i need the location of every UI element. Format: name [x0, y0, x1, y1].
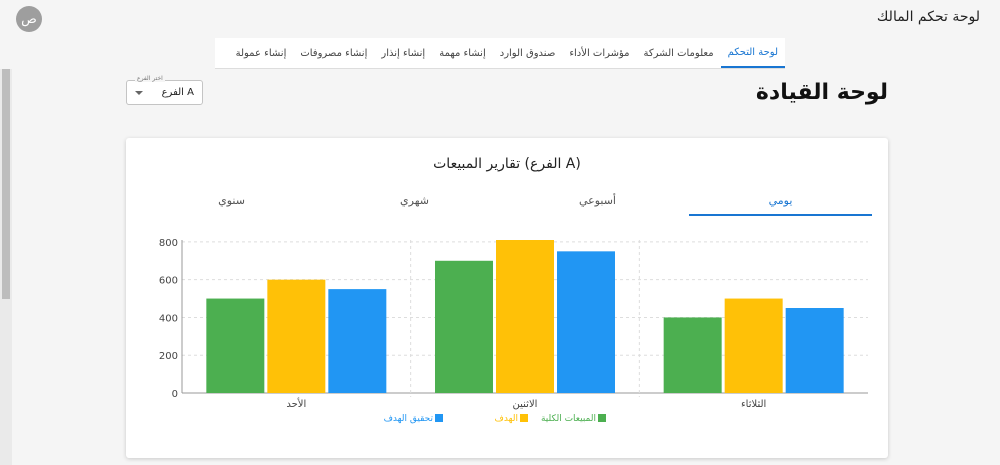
- nav-tab-create-warning[interactable]: إنشاء إنذار: [374, 38, 432, 68]
- x-tick-label: الاثنين: [513, 399, 538, 410]
- main-nav: لوحة التحكم معلومات الشركة مؤشرات الأداء…: [215, 38, 785, 69]
- card-title: تقارير المبيعات (الفرع A): [433, 156, 581, 172]
- tab-weekly[interactable]: أسبوعي: [506, 190, 689, 216]
- nav-tab-dashboard[interactable]: لوحة التحكم: [720, 38, 785, 68]
- top-bar: لوحة تحكم المالك ص: [0, 0, 1000, 38]
- legend-swatch: [520, 414, 528, 422]
- page-title: لوحة القيادة: [755, 80, 888, 105]
- tab-yearly[interactable]: سنوي: [140, 190, 323, 216]
- nav-tab-create-commission[interactable]: إنشاء عمولة: [229, 38, 294, 68]
- bar[interactable]: [785, 308, 844, 393]
- sales-bar-chart: 0 200 400 600 800 الأحد الاثنين الثلاثاء المبيعا…: [159, 238, 868, 424]
- bar[interactable]: [663, 317, 722, 393]
- sales-report-card: تقارير المبيعات (الفرع A) يومي أسبوعي شه…: [126, 138, 888, 458]
- y-tick-label: 800: [159, 238, 178, 249]
- x-tick-label: الأحد: [286, 397, 306, 410]
- page-scrollbar[interactable]: [0, 69, 12, 465]
- nav-tab-company-info[interactable]: معلومات الشركة: [637, 38, 721, 68]
- caret-down-icon: [135, 91, 143, 95]
- legend-swatch: [435, 414, 443, 422]
- app-title: لوحة تحكم المالك: [876, 9, 980, 25]
- y-tick-label: 600: [159, 276, 178, 287]
- legend-swatch: [598, 414, 606, 422]
- legend-label: المبيعات الكلية: [541, 414, 596, 424]
- nav-tab-create-task[interactable]: إنشاء مهمة: [432, 38, 493, 68]
- nav-tab-create-expense[interactable]: إنشاء مصروفات: [293, 38, 374, 68]
- branch-select-label: اختر الفرع: [135, 75, 165, 82]
- bar[interactable]: [267, 279, 326, 393]
- x-tick-label: الثلاثاء: [741, 399, 766, 410]
- scrollbar-thumb[interactable]: [2, 69, 10, 299]
- legend-label: الهدف: [495, 414, 518, 424]
- bar[interactable]: [328, 289, 387, 393]
- bar[interactable]: [724, 298, 783, 393]
- tab-monthly[interactable]: شهري: [323, 190, 506, 216]
- bar[interactable]: [496, 240, 554, 393]
- nav-tab-inbox[interactable]: صندوق الوارد: [493, 38, 563, 68]
- tab-daily[interactable]: يومي: [689, 190, 872, 216]
- legend-label: تحقيق الهدف: [384, 414, 434, 424]
- bar[interactable]: [557, 251, 615, 393]
- y-tick-label: 400: [159, 313, 178, 324]
- user-avatar[interactable]: ص: [16, 6, 42, 32]
- period-tabs: يومي أسبوعي شهري سنوي: [126, 190, 888, 216]
- y-tick-label: 200: [159, 351, 178, 362]
- branch-select-value: الفرع A: [161, 87, 194, 98]
- bar[interactable]: [206, 298, 265, 393]
- y-tick-label: 0: [172, 389, 178, 400]
- branch-select[interactable]: اختر الفرع الفرع A: [126, 75, 203, 105]
- bar[interactable]: [435, 260, 493, 393]
- nav-tab-kpis[interactable]: مؤشرات الأداء: [562, 38, 636, 68]
